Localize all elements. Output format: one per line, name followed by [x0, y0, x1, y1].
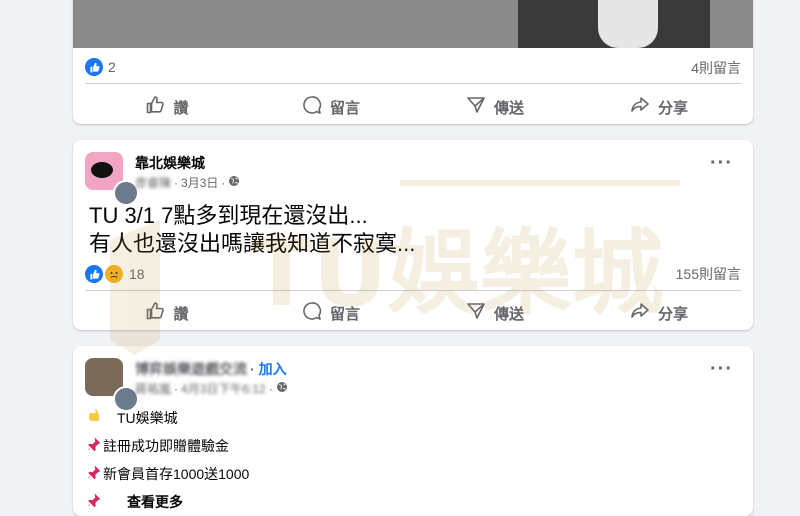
like-button[interactable]: 讚 — [85, 87, 249, 124]
post-stats: 2 4則留言 — [85, 56, 741, 78]
promo-line-3: 新會員首存1000送1000 — [87, 460, 249, 488]
pin-icon — [87, 460, 101, 488]
reactions-summary[interactable]: 2 — [85, 58, 116, 76]
like-reaction-icon — [85, 58, 103, 76]
join-button[interactable]: 加入 — [259, 359, 287, 379]
page-name[interactable]: 靠北娛樂城 — [135, 153, 205, 173]
author-name[interactable]: 彦睿陳 — [135, 174, 171, 191]
comment-icon — [302, 301, 322, 325]
share-button[interactable]: 分享 — [577, 87, 741, 124]
share-button[interactable]: 分享 — [577, 293, 741, 330]
post-text: TU 3/1 7點多到現在還沒出... 有人也還沒出嗎讓我知道不寂寞... — [89, 202, 415, 258]
post-meta: 蔣祐嵐 · 4月3日下午6:12 · — [135, 380, 288, 397]
send-button[interactable]: 傳送 — [413, 293, 577, 330]
post-text: TU娛樂城 註冊成功即贈體驗金 新會員首存1000送1000 查看更多 — [87, 404, 249, 516]
more-icon[interactable]: ··· — [710, 153, 733, 173]
send-icon — [466, 301, 486, 325]
page-avatar[interactable] — [85, 152, 139, 206]
post-image[interactable] — [73, 0, 753, 48]
post-stats: 18 155則留言 — [85, 262, 741, 284]
post-text-line-2: 有人也還沒出嗎讓我知道不寂寞... — [89, 231, 416, 256]
promo-line-3-text: 新會員首存1000送1000 — [103, 466, 250, 482]
share-label: 分享 — [657, 305, 688, 323]
post-date[interactable]: 4月3日下午6:12 — [181, 380, 266, 397]
post-card-2: 靠北娛樂城 彦睿陳 · 3月3日 · ··· TU 3/1 7點多到現在還沒出.… — [73, 140, 753, 330]
author-name[interactable]: 蔣祐嵐 — [135, 380, 171, 397]
promo-line-1-text: TU娛樂城 — [117, 410, 178, 426]
send-button[interactable]: 傳送 — [413, 87, 577, 124]
post-card-1: 2 4則留言 讚 留言 傳送 分享 — [73, 0, 753, 124]
see-more-row: 查看更多 — [87, 488, 249, 516]
comments-count[interactable]: 155則留言 — [676, 264, 741, 284]
post-meta: 彦睿陳 · 3月3日 · — [135, 174, 240, 191]
send-icon — [466, 95, 486, 119]
see-more-link[interactable]: 查看更多 — [127, 488, 183, 516]
action-bar: 讚 留言 傳送 分享 — [85, 87, 741, 124]
comment-label: 留言 — [329, 99, 360, 117]
globe-icon — [228, 175, 240, 190]
reactions-count: 2 — [108, 59, 116, 75]
like-label: 讚 — [173, 99, 189, 117]
comment-button[interactable]: 留言 — [249, 87, 413, 124]
share-icon — [630, 95, 650, 119]
sad-reaction-icon — [104, 264, 124, 284]
post-date[interactable]: 3月3日 — [181, 174, 218, 191]
action-bar: 讚 留言 傳送 分享 — [85, 293, 741, 330]
promo-line-1: TU娛樂城 — [87, 404, 249, 432]
post-text-line-1: TU 3/1 7點多到現在還沒出... — [89, 203, 368, 228]
like-icon — [145, 95, 165, 119]
divider — [85, 83, 741, 84]
comments-count[interactable]: 4則留言 — [691, 58, 741, 78]
comment-icon — [302, 95, 322, 119]
share-icon — [630, 301, 650, 325]
reactions-summary[interactable]: 18 — [85, 264, 145, 284]
share-label: 分享 — [657, 99, 688, 117]
like-reaction-icon — [85, 265, 103, 283]
like-icon — [145, 301, 165, 325]
like-label: 讚 — [173, 305, 189, 323]
reactions-count: 18 — [129, 266, 145, 282]
send-label: 傳送 — [493, 305, 524, 323]
hand-icon — [87, 404, 115, 432]
like-button[interactable]: 讚 — [85, 293, 249, 330]
comment-label: 留言 — [329, 305, 360, 323]
promo-line-2-text: 註冊成功即贈體驗金 — [103, 438, 229, 454]
promo-line-2: 註冊成功即贈體驗金 — [87, 432, 249, 460]
post-card-3: 博弈娛樂遊戲交流 · 加入 蔣祐嵐 · 4月3日下午6:12 · ··· TU娛… — [73, 346, 753, 516]
group-name[interactable]: 博弈娛樂遊戲交流 — [135, 359, 247, 379]
send-label: 傳送 — [493, 99, 524, 117]
group-header: 博弈娛樂遊戲交流 · 加入 — [135, 359, 287, 379]
pin-icon — [87, 432, 101, 460]
group-avatar[interactable] — [85, 358, 139, 412]
globe-icon — [276, 381, 288, 396]
divider — [85, 290, 741, 291]
post-image-figure — [518, 0, 710, 48]
more-icon[interactable]: ··· — [710, 359, 733, 379]
pin-icon — [87, 488, 125, 516]
comment-button[interactable]: 留言 — [249, 293, 413, 330]
